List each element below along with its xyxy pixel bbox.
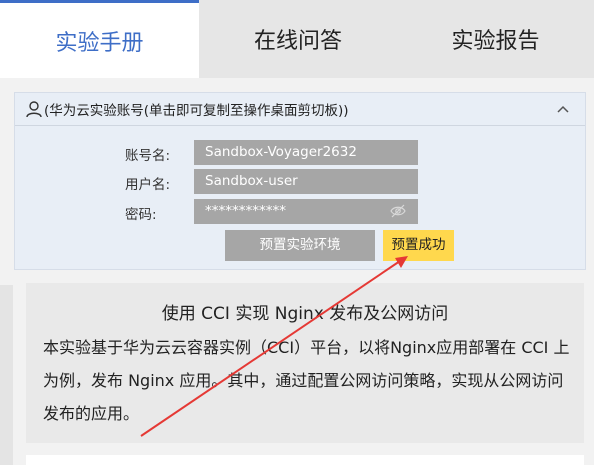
tab-label: 在线问答 <box>253 29 342 54</box>
password-field[interactable]: ************ <box>194 199 418 224</box>
scrollbar[interactable] <box>0 285 13 465</box>
password-value: ************ <box>205 203 286 219</box>
preset-success-button[interactable]: 预置成功 <box>383 230 454 261</box>
tab-lab-manual[interactable]: 实验手册 <box>0 0 199 78</box>
password-label: 密码: <box>125 207 157 223</box>
password-row: 密码: ************ <box>15 199 585 225</box>
account-name-field[interactable]: Sandbox-Voyager2632 <box>194 140 418 165</box>
username-label: 用户名: <box>125 177 171 193</box>
account-panel-header[interactable]: (华为云实验账号(单击即可复制至操作桌面剪切板)) <box>15 93 585 126</box>
username-field[interactable]: Sandbox-user <box>194 169 418 194</box>
username-row: 用户名: Sandbox-user <box>15 169 585 195</box>
tab-bar: 实验手册 在线问答 实验报告 <box>0 0 594 78</box>
user-icon <box>26 101 42 118</box>
manual-content: 使用 CCI 实现 Nginx 发布及公网访问 本实验基于华为云云容器实例（CC… <box>26 283 584 443</box>
tab-online-qa[interactable]: 在线问答 <box>199 0 397 78</box>
eye-off-icon[interactable] <box>390 204 406 218</box>
lab-panel: 实验手册 在线问答 实验报告 (华为云实验账号(单击即可复制至操作桌面剪切板))… <box>0 0 594 465</box>
content-body: 本实验基于华为云云容器实例（CCI）平台，以将Nginx应用部署在 CCI 上为… <box>43 338 570 423</box>
account-panel: (华为云实验账号(单击即可复制至操作桌面剪切板)) 账号名: Sandbox-V… <box>14 92 586 270</box>
chevron-up-icon[interactable] <box>555 101 571 117</box>
account-name-label: 账号名: <box>125 148 171 164</box>
next-section <box>26 455 584 465</box>
account-header-text: (华为云实验账号(单击即可复制至操作桌面剪切板)) <box>44 103 349 119</box>
preset-env-button[interactable]: 预置实验环境 <box>225 230 375 261</box>
tab-label: 实验报告 <box>451 29 540 54</box>
account-name-row: 账号名: Sandbox-Voyager2632 <box>15 140 585 166</box>
tab-label: 实验手册 <box>55 30 144 56</box>
tab-lab-report[interactable]: 实验报告 <box>397 0 594 78</box>
content-title: 使用 CCI 实现 Nginx 发布及公网访问 <box>161 304 449 324</box>
